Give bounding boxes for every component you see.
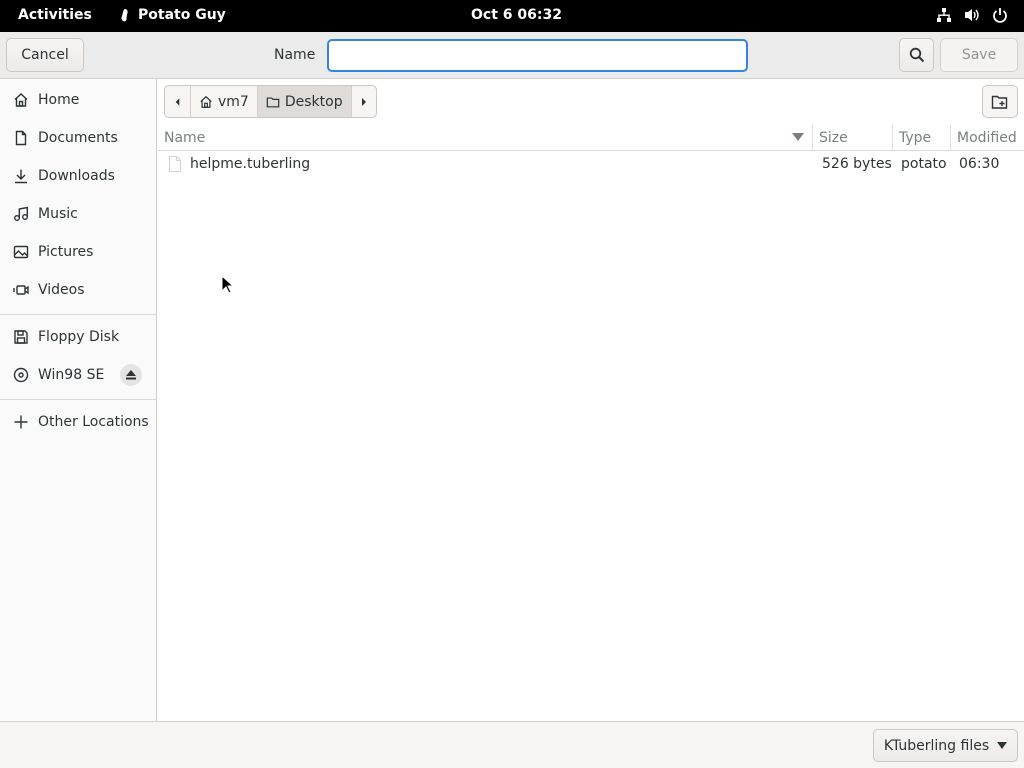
path-segment-vm7[interactable]: vm7	[191, 86, 258, 117]
file-icon	[169, 156, 181, 172]
column-header-label: Size	[819, 130, 848, 146]
new-folder-icon	[991, 95, 1008, 109]
sort-descending-icon	[792, 133, 804, 141]
clock[interactable]: Oct 6 06:32	[471, 7, 562, 23]
sidebar-item-floppy-disk[interactable]: Floppy Disk	[0, 319, 156, 355]
column-header-label: Type	[899, 130, 932, 146]
file-type: potato	[901, 156, 947, 172]
path-segment-label: vm7	[218, 93, 249, 110]
search-button[interactable]	[899, 38, 934, 72]
app-name: Potato Guy	[138, 7, 226, 23]
cancel-button[interactable]: Cancel	[6, 38, 84, 72]
chevron-left-icon	[175, 97, 180, 106]
top-bar: Activities Potato Guy Oct 6 06:32	[0, 0, 1024, 32]
create-folder-button[interactable]	[982, 85, 1018, 118]
folder-icon	[266, 96, 280, 107]
file-modified: 06:30	[959, 156, 1000, 172]
network-icon	[937, 8, 951, 22]
dialog-footer: KTuberling files	[0, 721, 1024, 768]
sidebar-item-documents[interactable]: Documents	[0, 120, 156, 156]
sidebar-item-videos[interactable]: Videos	[0, 272, 156, 308]
sidebar-item-label: Other Locations	[38, 414, 149, 430]
search-icon	[909, 47, 924, 63]
potato-icon	[121, 9, 128, 22]
music-icon	[14, 206, 28, 221]
document-icon	[15, 130, 27, 146]
volume-icon	[965, 9, 979, 21]
activities-button[interactable]: Activities	[18, 7, 92, 23]
optical-disc-icon	[13, 367, 29, 383]
path-back-button[interactable]	[165, 86, 191, 117]
file-size: 526 bytes	[822, 156, 892, 172]
file-name: helpme.tuberling	[190, 156, 311, 172]
sidebar-item-label: Win98 SE	[38, 367, 105, 383]
file-type-filter-dropdown[interactable]: KTuberling files	[873, 729, 1018, 762]
floppy-icon	[14, 330, 28, 344]
column-header-label: Modified	[957, 130, 1017, 146]
path-segment-label: Desktop	[284, 93, 343, 110]
sidebar-item-home[interactable]: Home	[0, 82, 156, 118]
sidebar-item-music[interactable]: Music	[0, 196, 156, 232]
app-menu[interactable]: Potato Guy	[116, 7, 226, 23]
sidebar-item-other-locations[interactable]: Other Locations	[0, 404, 156, 440]
file-row[interactable]: helpme.tuberling 526 bytes potato 06:30	[158, 151, 1024, 177]
column-header-modified[interactable]: Modified	[950, 125, 1024, 151]
mouse-pointer-icon	[221, 275, 233, 294]
path-forward-button[interactable]	[352, 86, 376, 117]
system-tray[interactable]	[936, 7, 1008, 23]
chevron-down-icon	[997, 742, 1008, 749]
download-icon	[15, 169, 27, 184]
column-header-label: Name	[164, 130, 206, 146]
column-header-type[interactable]: Type	[892, 125, 950, 151]
sidebar-item-label: Documents	[38, 130, 118, 146]
dialog-header-bar: Cancel Name Save	[0, 32, 1024, 79]
path-bar: vm7 Desktop	[164, 85, 377, 118]
home-icon	[14, 93, 28, 107]
sidebar-item-label: Floppy Disk	[38, 329, 120, 345]
sidebar-item-pictures[interactable]: Pictures	[0, 234, 156, 270]
sidebar-item-label: Pictures	[38, 244, 94, 260]
eject-icon	[126, 370, 136, 380]
name-label: Name	[274, 47, 316, 63]
home-icon	[200, 95, 212, 108]
save-button[interactable]: Save	[940, 38, 1018, 72]
sidebar-item-win98-se[interactable]: Win98 SE	[0, 357, 156, 393]
column-header-name[interactable]: Name	[158, 125, 812, 151]
picture-icon	[13, 245, 29, 259]
plus-icon	[14, 415, 28, 429]
sidebar-item-label: Music	[38, 206, 78, 222]
sidebar-item-label: Videos	[38, 282, 85, 298]
file-icon-cell	[168, 151, 182, 177]
sidebar-item-label: Downloads	[38, 168, 115, 184]
chevron-right-icon	[361, 97, 366, 106]
filter-label: KTuberling files	[883, 737, 990, 754]
file-name-input[interactable]	[327, 39, 748, 72]
sidebar-item-downloads[interactable]: Downloads	[0, 158, 156, 194]
places-sidebar: Home Documents Downloads Music Pictures …	[0, 79, 157, 721]
column-header-size[interactable]: Size	[812, 125, 892, 151]
sidebar-separator	[0, 399, 156, 400]
path-segment-desktop[interactable]: Desktop	[257, 86, 352, 117]
eject-button[interactable]	[120, 364, 142, 386]
video-icon	[13, 285, 29, 295]
power-icon	[993, 8, 1007, 23]
sidebar-item-label: Home	[38, 92, 80, 108]
file-list-header: Name Size Type Modified	[158, 125, 1024, 151]
sidebar-separator	[0, 314, 156, 315]
